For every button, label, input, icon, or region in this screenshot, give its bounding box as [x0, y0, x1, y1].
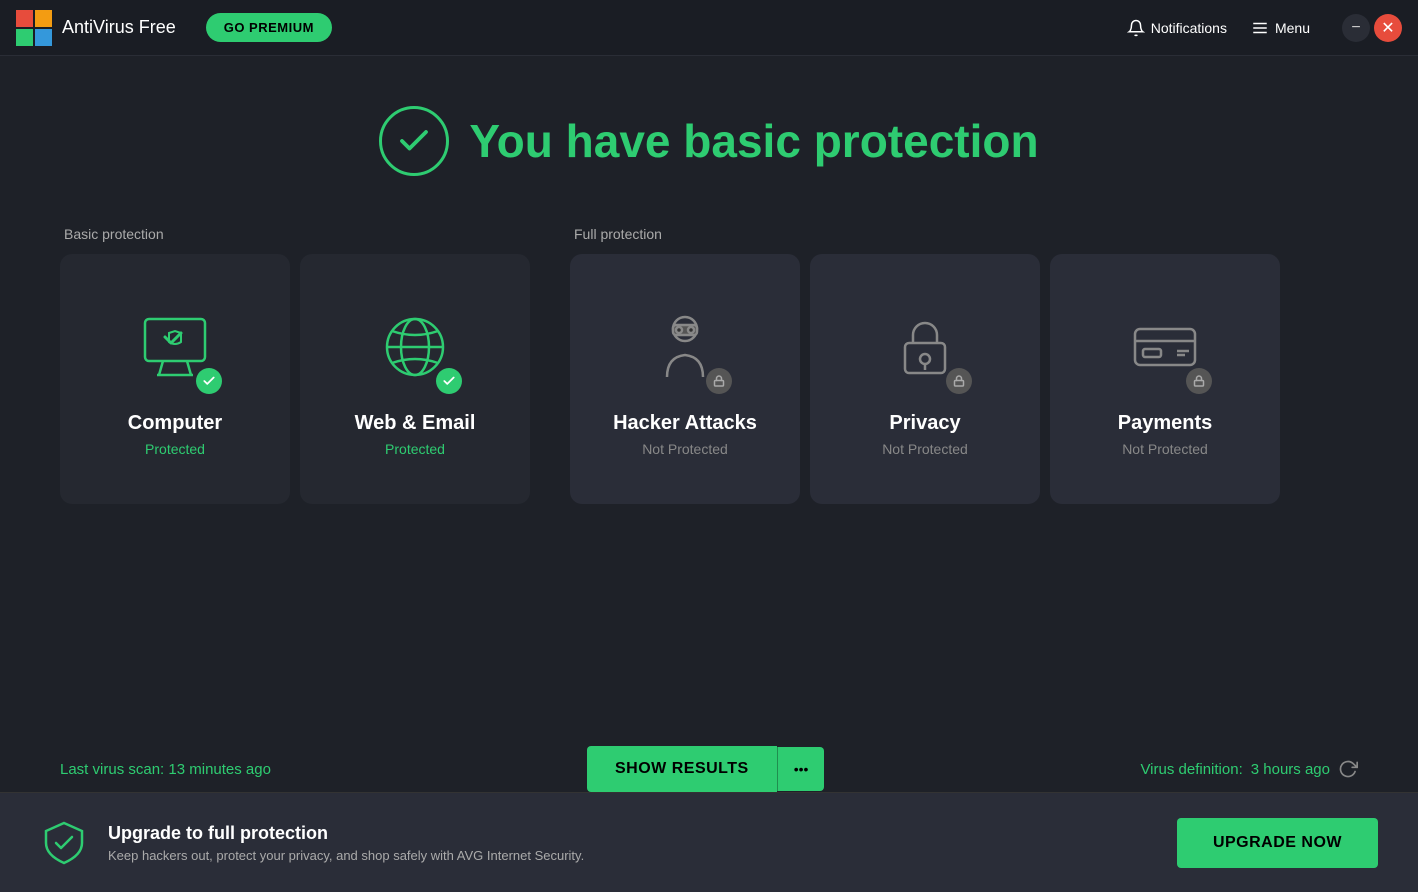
titlebar: AntiVirus Free GO PREMIUM Notifications …: [0, 0, 1418, 56]
computer-card-title: Computer: [128, 412, 222, 435]
full-cards-row: Hacker Attacks Not Protected: [570, 254, 1280, 504]
upgrade-footer: Upgrade to full protection Keep hackers …: [0, 792, 1418, 892]
privacy-card-title: Privacy: [889, 412, 960, 435]
show-results-button[interactable]: SHOW RESULTS: [587, 746, 777, 792]
logo-area: AntiVirus Free GO PREMIUM: [16, 10, 332, 46]
payments-card-title: Payments: [1118, 412, 1213, 435]
notifications-label: Notifications: [1151, 20, 1227, 36]
hacker-card-title: Hacker Attacks: [613, 412, 757, 435]
menu-icon: [1251, 19, 1269, 37]
avg-logo-icon: [16, 10, 52, 46]
menu-label: Menu: [1275, 20, 1310, 36]
refresh-icon[interactable]: [1338, 759, 1358, 779]
computer-badge: [196, 368, 222, 394]
payments-icon-area: [1120, 302, 1210, 392]
status-text: You have basic protection: [469, 114, 1038, 168]
checkmark-icon: [396, 123, 432, 159]
bottom-section: Last virus scan: 13 minutes ago SHOW RES…: [60, 746, 1358, 792]
web-email-icon-area: [370, 302, 460, 392]
web-email-card-title: Web & Email: [355, 412, 476, 435]
basic-protection-label: Basic protection: [60, 226, 530, 242]
more-options-button[interactable]: •••: [777, 747, 825, 791]
minimize-button[interactable]: −: [1342, 14, 1370, 42]
privacy-icon-area: [880, 302, 970, 392]
hacker-icon-area: [640, 302, 730, 392]
full-protection-group: Full protection: [570, 226, 1280, 504]
last-scan-time: 13 minutes ago: [168, 761, 271, 778]
status-circle: [379, 106, 449, 176]
upgrade-now-button[interactable]: UPGRADE NOW: [1177, 818, 1378, 868]
full-protection-label: Full protection: [570, 226, 1280, 242]
go-premium-button[interactable]: GO PREMIUM: [206, 13, 332, 42]
status-header: You have basic protection: [60, 106, 1358, 176]
basic-protection-group: Basic protection: [60, 226, 530, 504]
web-email-card-subtitle: Protected: [385, 441, 445, 457]
hacker-attacks-card[interactable]: Hacker Attacks Not Protected: [570, 254, 800, 504]
main-content: You have basic protection Basic protecti…: [0, 56, 1418, 792]
computer-card-subtitle: Protected: [145, 441, 205, 457]
scan-buttons: SHOW RESULTS •••: [587, 746, 824, 792]
hacker-badge: [706, 368, 732, 394]
computer-icon-area: [130, 302, 220, 392]
status-highlight: basic protection: [683, 115, 1038, 167]
upgrade-title: Upgrade to full protection: [108, 823, 1177, 844]
upgrade-subtitle: Keep hackers out, protect your privacy, …: [108, 848, 1177, 863]
upgrade-text: Upgrade to full protection Keep hackers …: [108, 823, 1177, 863]
last-scan-prefix: Last virus scan:: [60, 761, 168, 778]
upgrade-shield-icon: [40, 819, 88, 867]
status-prefix: You have: [469, 115, 683, 167]
web-email-card[interactable]: Web & Email Protected: [300, 254, 530, 504]
virus-def-prefix: Virus definition:: [1140, 761, 1242, 778]
web-email-badge: [436, 368, 462, 394]
privacy-badge: [946, 368, 972, 394]
privacy-card-subtitle: Not Protected: [882, 441, 968, 457]
privacy-card[interactable]: Privacy Not Protected: [810, 254, 1040, 504]
scan-info: Last virus scan: 13 minutes ago: [60, 761, 271, 778]
app-title: AntiVirus Free: [62, 17, 176, 38]
virus-definition: Virus definition: 3 hours ago: [1140, 759, 1358, 779]
window-controls: − ✕: [1342, 14, 1402, 42]
payments-card[interactable]: Payments Not Protected: [1050, 254, 1280, 504]
menu-button[interactable]: Menu: [1251, 19, 1310, 37]
basic-cards-row: Computer Protected: [60, 254, 530, 504]
bell-icon: [1127, 19, 1145, 37]
payments-badge: [1186, 368, 1212, 394]
virus-def-time: 3 hours ago: [1251, 761, 1330, 778]
cards-section: Basic protection: [60, 226, 1358, 504]
titlebar-right: Notifications Menu − ✕: [1127, 14, 1402, 42]
payments-card-subtitle: Not Protected: [1122, 441, 1208, 457]
close-button[interactable]: ✕: [1374, 14, 1402, 42]
hacker-card-subtitle: Not Protected: [642, 441, 728, 457]
notifications-button[interactable]: Notifications: [1127, 19, 1227, 37]
computer-card[interactable]: Computer Protected: [60, 254, 290, 504]
